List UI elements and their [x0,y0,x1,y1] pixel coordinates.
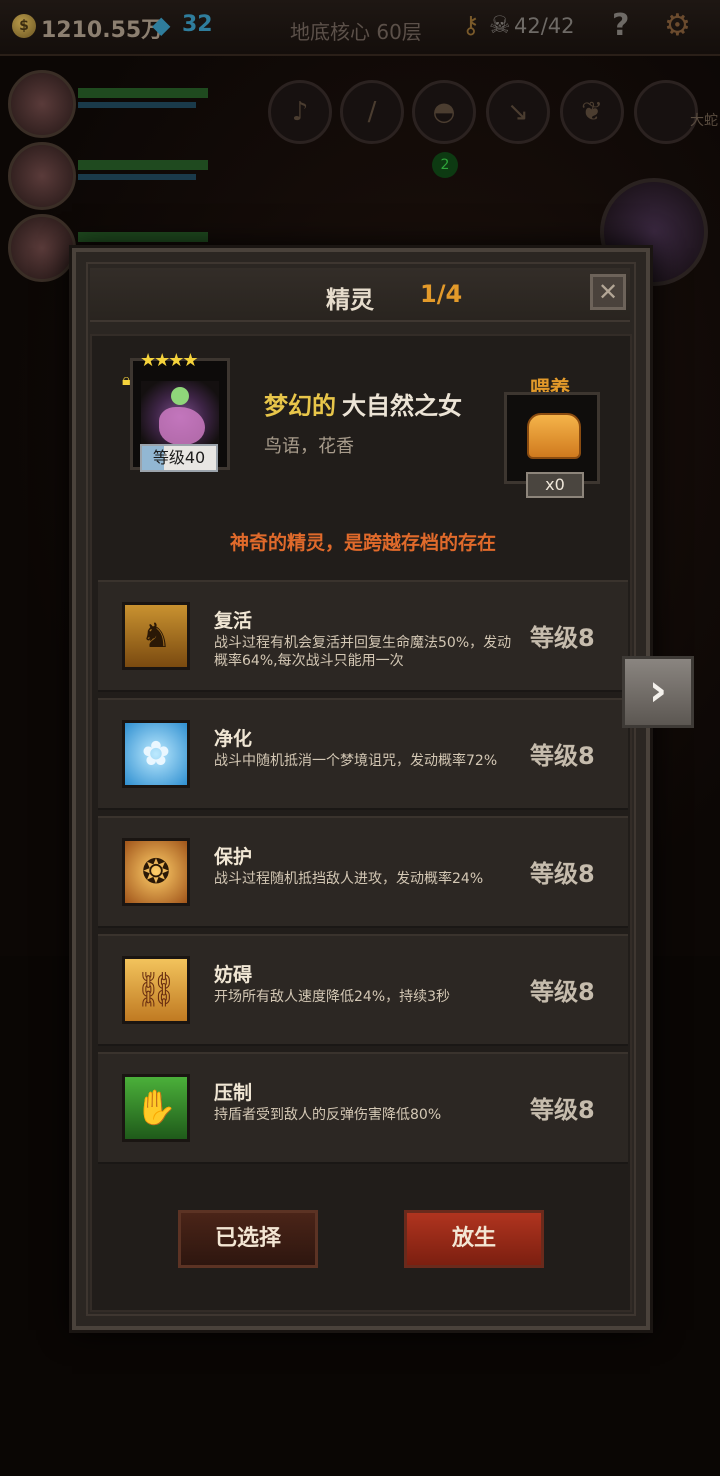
hero-portrait [8,214,76,282]
coin-count: 1210.55万 [41,18,164,43]
lock-icon[interactable]: 🔒︎ [122,370,138,389]
star-rating: ★★★★ [140,350,199,371]
hero-mp-bar [78,174,196,180]
skill-description: 持盾者受到敌人的反弹伤害降低80% [214,1107,442,1123]
hero-hp-bar [78,88,208,98]
feed-slot[interactable] [504,392,600,484]
beast-claw-icon: ✋ [122,1074,190,1142]
spirit-level: 等级40 [152,448,206,467]
spirit-description: 神奇的精灵，是跨越存档的存在 [229,532,496,554]
skill-level: 等级8 [530,860,595,888]
skill-level: 等级8 [530,742,595,770]
next-page-arrow-icon[interactable]: › [622,656,694,728]
hero-hp-bar [78,232,208,242]
skill-description: 战斗过程有机会复活并回复生命魔法50%，发动概率64%,每次战斗只能用一次 [214,635,512,669]
bell-icon: ♪ [268,80,332,144]
settings-gear-icon[interactable]: ⚙ [664,8,691,43]
protect-shield-icon: ❂ [122,838,190,906]
spirit-name-prefix: 梦幻的 [264,392,336,420]
skill-name: 妨碍 [214,964,253,986]
skill-row[interactable]: ✋ 压制 持盾者受到敌人的反弹伤害降低80% 等级8 [98,1052,628,1164]
purify-flower-icon: ✿ [122,720,190,788]
floor-label: 地底核心 60层 [290,20,422,44]
count-badge: 2 [432,152,458,178]
top-bar: $ 1210.55万 ◆ 32 地底核心 60层 ⚷ ☠ 42/42 ? ⚙ [0,0,720,56]
release-button[interactable]: 放生 [404,1210,544,1268]
modal-header: 精灵 1/4 [90,268,630,322]
skill-name: 保护 [214,846,253,868]
skill-description: 开场所有敌人速度降低24%，持续3秒 [214,989,451,1005]
skill-row[interactable]: ❂ 保护 战斗过程随机抵挡敌人进攻，发动概率24% 等级8 [98,816,628,928]
chained-boot-icon: ⛓ [122,956,190,1024]
spirit-portrait [141,381,219,453]
skill-level: 等级8 [530,978,595,1006]
key-icon: ⚷ [462,11,480,39]
coin-icon: $ [12,14,36,38]
spirit-name: 大自然之女 [342,392,462,420]
hero-portrait [8,142,76,210]
skill-level: 等级8 [530,624,595,652]
close-button[interactable]: ✕ [590,274,626,310]
hero-portrait [8,70,76,138]
helmet-icon: ◓ [412,80,476,144]
skull-icon: ☠ [489,11,511,39]
spirit-level-badge: 等级40 [140,444,218,472]
skull-count: 42/42 [514,14,575,38]
skill-level: 等级8 [530,1096,595,1124]
bread-icon [527,413,581,459]
hero-mp-bar [78,102,196,108]
skill-row[interactable]: ⛓ 妨碍 开场所有敌人速度降低24%，持续3秒 等级8 [98,934,628,1046]
skill-name: 复活 [214,610,253,632]
skill-name: 净化 [214,728,253,750]
feed-count: x0 [526,472,584,498]
staff-icon: / [340,80,404,144]
modal-body: ★★★★ 🔒︎ 等级40 梦幻的 大自然之女 鸟语，花香 喂养 x0 神奇的精灵… [90,334,632,1312]
skill-row[interactable]: ✿ 净化 战斗中随机抵消一个梦境诅咒，发动概率72% 等级8 [98,698,628,810]
hero-hp-bar [78,160,208,170]
skill-row[interactable]: ♞ 复活 战斗过程有机会复活并回复生命魔法50%，发动概率64%,每次战斗只能用… [98,580,628,692]
hero-row [8,142,228,210]
skill-description: 战斗中随机抵消一个梦境诅咒，发动概率72% [214,753,498,769]
gem-count: 32 [182,12,213,37]
help-button[interactable]: ? [612,8,629,43]
skill-name: 压制 [214,1082,253,1104]
empty-slot-icon [634,80,698,144]
page-indicator: 1/4 [420,280,463,308]
hero-row [8,70,228,138]
feather-icon: ❦ [560,80,624,144]
spirit-traits: 鸟语，花香 [264,436,354,457]
background-label: 大蛇 [690,113,718,129]
skill-description: 战斗过程随机抵挡敌人进攻，发动概率24% [214,871,484,887]
dagger-icon: ↘ [486,80,550,144]
revive-skill-icon: ♞ [122,602,190,670]
diamond-icon: ◆ [152,11,171,39]
modal-title: 精灵 [326,286,374,314]
selected-button[interactable]: 已选择 [178,1210,318,1268]
spirit-modal: 精灵 1/4 ✕ ★★★★ 🔒︎ 等级40 梦幻的 大自然之女 鸟语，花香 喂养… [72,248,650,1330]
